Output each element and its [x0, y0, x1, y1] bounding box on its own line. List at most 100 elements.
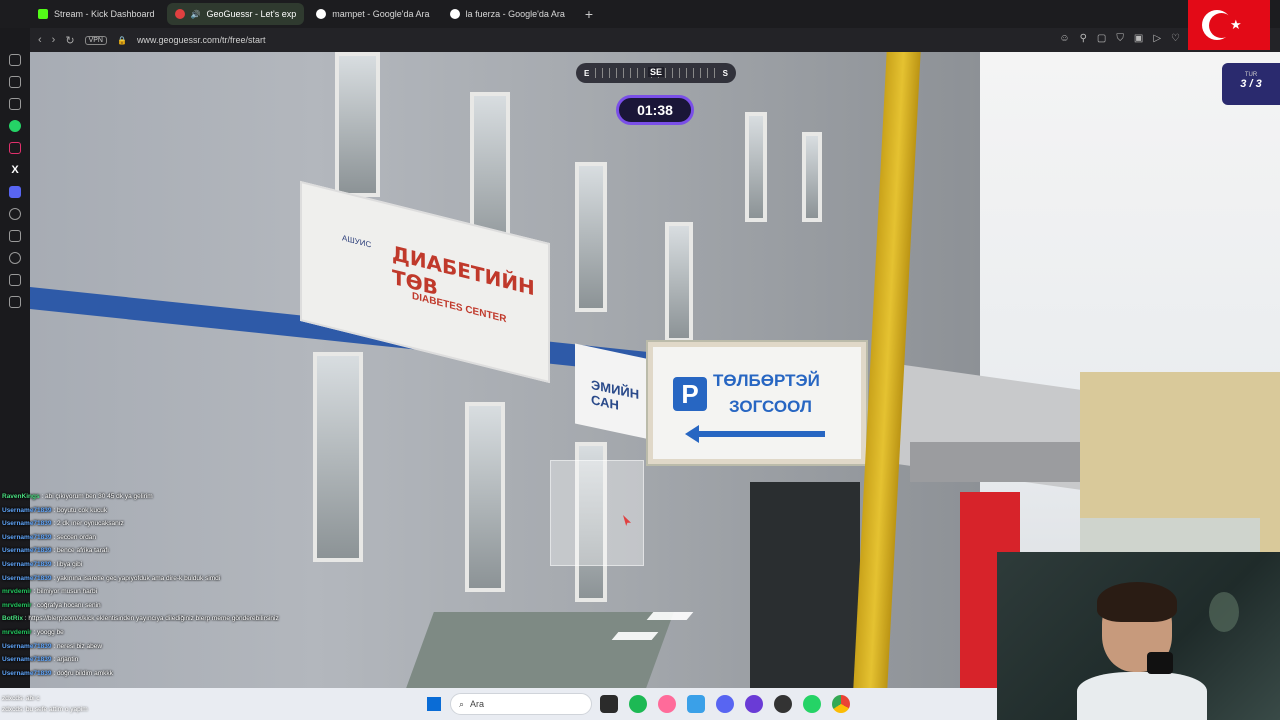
kick-icon: [38, 9, 48, 19]
star-icon: ★: [1230, 17, 1242, 32]
map-preview[interactable]: [1080, 518, 1260, 552]
app-icon[interactable]: [658, 695, 676, 713]
taskbar-apps: [600, 695, 850, 713]
forward-icon[interactable]: ›: [52, 34, 56, 46]
chat-username[interactable]: BotRix: [2, 615, 23, 622]
settings-icon[interactable]: [9, 296, 21, 308]
vpn-badge[interactable]: VPN: [84, 35, 107, 45]
heart-icon[interactable]: ♡: [1171, 33, 1180, 44]
chat-bottom-line: zdxcds: abi c: [2, 695, 40, 702]
steam-icon[interactable]: [774, 695, 792, 713]
tab-lafuerza-search[interactable]: la fuerza - Google'da Ara: [442, 3, 573, 25]
x-icon[interactable]: X: [9, 164, 21, 176]
compass: E SE S: [576, 63, 736, 83]
move-arrow[interactable]: [646, 612, 694, 620]
chat-message: Username71839 : doğru bildim amkkk: [2, 667, 322, 681]
window: [465, 402, 505, 592]
move-arrow[interactable]: [611, 632, 659, 640]
chat-message: Username71839 : neresi biz abew: [2, 640, 322, 654]
search-icon: ⌕: [459, 698, 465, 709]
round-indicator: TUR 3 / 3: [1222, 63, 1280, 105]
glass-roof: [406, 612, 674, 688]
windows-taskbar: ⌕ Ara: [0, 688, 997, 720]
history-icon[interactable]: [9, 252, 21, 264]
toolbar-icons: ☺ ⚲ ▢ ⛉ ▣ ▷ ♡: [1059, 33, 1180, 44]
chat-message: Username71839 : 2 dk ıner oynucaksanız: [2, 517, 322, 531]
emoji-icon[interactable]: ☺: [1059, 33, 1069, 44]
browser-tab-bar: Stream - Kick Dashboard 🔊 GeoGuessr - Le…: [0, 0, 1280, 28]
taskbar-search[interactable]: ⌕ Ara: [450, 693, 592, 715]
twitch-icon[interactable]: [9, 98, 21, 110]
tab-kick-dashboard[interactable]: Stream - Kick Dashboard: [30, 3, 163, 25]
chat-message: Username71839 : arjantin: [2, 653, 322, 667]
extensions-icon[interactable]: [9, 274, 21, 286]
whatsapp-app-icon[interactable]: [803, 695, 821, 713]
chat-text: bence afrika tarafı: [56, 547, 109, 555]
tab-label: la fuerza - Google'da Ara: [465, 9, 565, 19]
chat-message: BotRix : https://blerp.com/x/kick eklent…: [2, 612, 322, 626]
bookmark-icon[interactable]: [9, 230, 21, 242]
parking-arrow: [685, 425, 825, 443]
chrome-icon[interactable]: [832, 695, 850, 713]
back-icon[interactable]: ‹: [38, 34, 42, 46]
chat-username[interactable]: Username71839: [2, 670, 52, 677]
chat-message: Username71839 : boyutu cok kucuk: [2, 504, 322, 518]
tab-mampet-search[interactable]: mampet - Google'da Ara: [308, 3, 437, 25]
parking-letter: P: [673, 377, 707, 411]
windows-start-icon[interactable]: [427, 697, 441, 711]
discord-app-icon[interactable]: [716, 695, 734, 713]
lock-icon[interactable]: 🔒: [117, 36, 127, 45]
speaker-icon: 🔊: [190, 9, 201, 19]
geoguessr-icon: [174, 9, 185, 19]
shield-icon[interactable]: ⛉: [1116, 33, 1124, 44]
chat-username[interactable]: Username71839: [2, 561, 52, 568]
whatsapp-icon[interactable]: [9, 120, 21, 132]
guess-minimap[interactable]: [550, 460, 644, 566]
chat-username[interactable]: RavenKings: [2, 493, 40, 500]
chat-text: abi çıkıyorum ben 30 45 dk ya gelirim: [45, 493, 153, 500]
entrance: [750, 482, 860, 688]
chat-username[interactable]: Username71839: [2, 520, 52, 527]
parking-sign: P ТӨЛБӨРТЭЙ ЗОГСООЛ: [648, 342, 866, 464]
tab-label: Stream - Kick Dashboard: [54, 9, 155, 19]
play-icon[interactable]: ▷: [1153, 33, 1161, 44]
chat-username[interactable]: Username71839: [2, 534, 52, 541]
chat-message: mrvdemir : bilmiyor musun harbi: [2, 585, 322, 599]
messenger-icon[interactable]: [9, 54, 21, 66]
compass-right: S: [722, 68, 728, 78]
pin-icon[interactable]: ⚲: [1080, 33, 1087, 44]
settings-app-icon[interactable]: [687, 695, 705, 713]
window: [575, 162, 607, 312]
streamer-hair: [1097, 582, 1177, 622]
chat-username[interactable]: mrvdemir: [2, 588, 32, 595]
chat-message: Username71839 : yakınına isaretle gec ya…: [2, 572, 322, 586]
chat-username[interactable]: mrvdemir: [2, 629, 32, 636]
chat-text: libya gibi: [56, 560, 83, 568]
wallet-icon[interactable]: ▣: [1134, 33, 1143, 44]
chat-username[interactable]: Username71839: [2, 656, 52, 663]
compass-left: E: [584, 68, 590, 78]
tab-label: mampet - Google'da Ara: [332, 9, 430, 19]
tab-geoguessr[interactable]: 🔊 GeoGuessr - Let's exp: [166, 3, 305, 25]
obs-icon[interactable]: [745, 695, 763, 713]
chat-username[interactable]: Username71839: [2, 547, 52, 554]
task-view-icon[interactable]: [600, 695, 618, 713]
flow-icon[interactable]: [9, 76, 21, 88]
url-field[interactable]: www.geoguessr.com/tr/free/start: [137, 35, 266, 45]
discord-icon[interactable]: [9, 186, 21, 198]
parking-line-1: ТӨЛБӨРТЭЙ: [713, 371, 820, 390]
chat-message: Username71839 : libya gibi: [2, 558, 322, 572]
spotify-icon[interactable]: [629, 695, 647, 713]
chat-username[interactable]: Username71839: [2, 507, 52, 514]
instagram-icon[interactable]: [9, 142, 21, 154]
chat-username[interactable]: Username71839: [2, 575, 52, 582]
compass-ticks: SE: [595, 67, 717, 78]
reload-icon[interactable]: ↻: [65, 34, 74, 47]
player-icon[interactable]: [9, 208, 21, 220]
window: [802, 132, 822, 222]
chat-username[interactable]: mrvdemir: [2, 602, 32, 609]
chat-text: yakınına isaretle gec yapıyofduk ama dir…: [56, 574, 221, 582]
new-tab-button[interactable]: +: [577, 6, 601, 22]
chat-username[interactable]: Username71839: [2, 643, 52, 650]
screenshot-icon[interactable]: ▢: [1097, 33, 1106, 44]
